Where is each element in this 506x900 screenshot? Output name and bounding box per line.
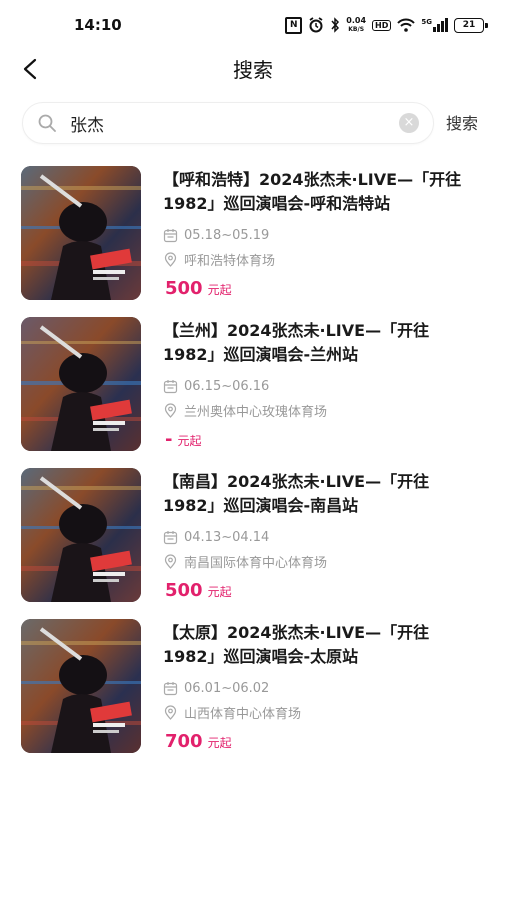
price-row: 500 元起 — [165, 580, 232, 601]
event-date: 06.01~06.02 — [184, 681, 270, 696]
poster-image[interactable] — [21, 166, 141, 300]
alarm-icon — [309, 17, 323, 33]
event-venue: 呼和浩特体育场 — [184, 254, 276, 269]
search-row: × 搜索 — [0, 100, 506, 144]
battery-indicator: 21 — [454, 17, 488, 33]
wifi-icon — [397, 18, 416, 32]
poster-image[interactable] — [21, 468, 141, 602]
event-date: 06.15~06.16 — [184, 379, 270, 394]
venue-row: 呼和浩特体育场 — [163, 250, 275, 269]
calendar-icon — [163, 531, 178, 545]
signal-icon: 5G — [421, 18, 448, 32]
result-item[interactable]: 【太原】2024张杰未·LIVE—「开往1982」巡回演唱会-太原站 06.01… — [0, 619, 506, 770]
calendar-icon — [163, 229, 178, 243]
status-time: 14:10 — [74, 16, 122, 34]
poster-image[interactable] — [21, 619, 141, 753]
event-venue: 山西体育中心体育场 — [184, 707, 302, 722]
date-row: 05.18~05.19 — [163, 228, 269, 243]
venue-row: 兰州奥体中心玫瑰体育场 — [163, 401, 327, 420]
date-row: 04.13~04.14 — [163, 530, 269, 545]
venue-row: 山西体育中心体育场 — [163, 703, 301, 722]
price-value: 500 — [165, 278, 203, 299]
calendar-icon — [163, 682, 178, 696]
event-date: 04.13~04.14 — [184, 530, 270, 545]
status-bar: 14:10 N 0.04 KB/S HD 5G 21 — [0, 0, 506, 50]
nav-bar: 搜索 — [0, 44, 506, 90]
price-unit: 元起 — [207, 585, 232, 599]
price-row: 700 元起 — [165, 731, 232, 752]
location-pin-icon — [164, 705, 177, 720]
hd-badge: HD — [372, 19, 392, 31]
item-title: 【南昌】2024张杰未·LIVE—「开往1982」巡回演唱会-南昌站 — [163, 472, 430, 515]
location-pin-icon — [164, 403, 177, 418]
price-row: - 元起 — [165, 429, 202, 450]
result-item[interactable]: 【南昌】2024张杰未·LIVE—「开往1982」巡回演唱会-南昌站 04.13… — [0, 468, 506, 619]
event-venue: 兰州奥体中心玫瑰体育场 — [184, 405, 328, 420]
result-item[interactable]: 【呼和浩特】2024张杰未·LIVE—「开往1982」巡回演唱会-呼和浩特站 0… — [0, 166, 506, 317]
result-item[interactable]: 【兰州】2024张杰未·LIVE—「开往1982」巡回演唱会-兰州站 06.15… — [0, 317, 506, 468]
calendar-icon — [163, 380, 178, 394]
location-pin-icon — [164, 252, 177, 267]
page-title: 搜索 — [233, 58, 273, 82]
price-unit: 元起 — [207, 736, 232, 750]
item-title: 【兰州】2024张杰未·LIVE—「开往1982」巡回演唱会-兰州站 — [163, 321, 430, 364]
item-title: 【呼和浩特】2024张杰未·LIVE—「开往1982」巡回演唱会-呼和浩特站 — [163, 170, 462, 213]
price-unit: 元起 — [207, 283, 232, 297]
date-row: 06.01~06.02 — [163, 681, 269, 696]
event-date: 05.18~05.19 — [184, 228, 270, 243]
search-icon — [38, 114, 56, 132]
search-box[interactable]: × — [22, 102, 434, 144]
price-value: 700 — [165, 731, 203, 752]
location-pin-icon — [164, 554, 177, 569]
clear-icon[interactable]: × — [399, 113, 419, 133]
price-unit: 元起 — [177, 434, 202, 448]
price-row: 500 元起 — [165, 278, 232, 299]
price-value: 500 — [165, 580, 203, 601]
result-list: 【呼和浩特】2024张杰未·LIVE—「开往1982」巡回演唱会-呼和浩特站 0… — [0, 166, 506, 770]
date-row: 06.15~06.16 — [163, 379, 269, 394]
network-speed: 0.04 KB/S — [346, 15, 367, 33]
event-venue: 南昌国际体育中心体育场 — [184, 556, 328, 571]
price-value: - — [165, 429, 173, 450]
status-icons: N 0.04 KB/S HD 5G 21 — [285, 15, 488, 35]
search-input[interactable] — [70, 110, 390, 136]
search-button[interactable]: 搜索 — [446, 110, 478, 134]
bluetooth-icon — [331, 17, 340, 33]
nfc-icon: N — [285, 16, 303, 34]
poster-image[interactable] — [21, 317, 141, 451]
item-title: 【太原】2024张杰未·LIVE—「开往1982」巡回演唱会-太原站 — [163, 623, 430, 666]
venue-row: 南昌国际体育中心体育场 — [163, 552, 327, 571]
